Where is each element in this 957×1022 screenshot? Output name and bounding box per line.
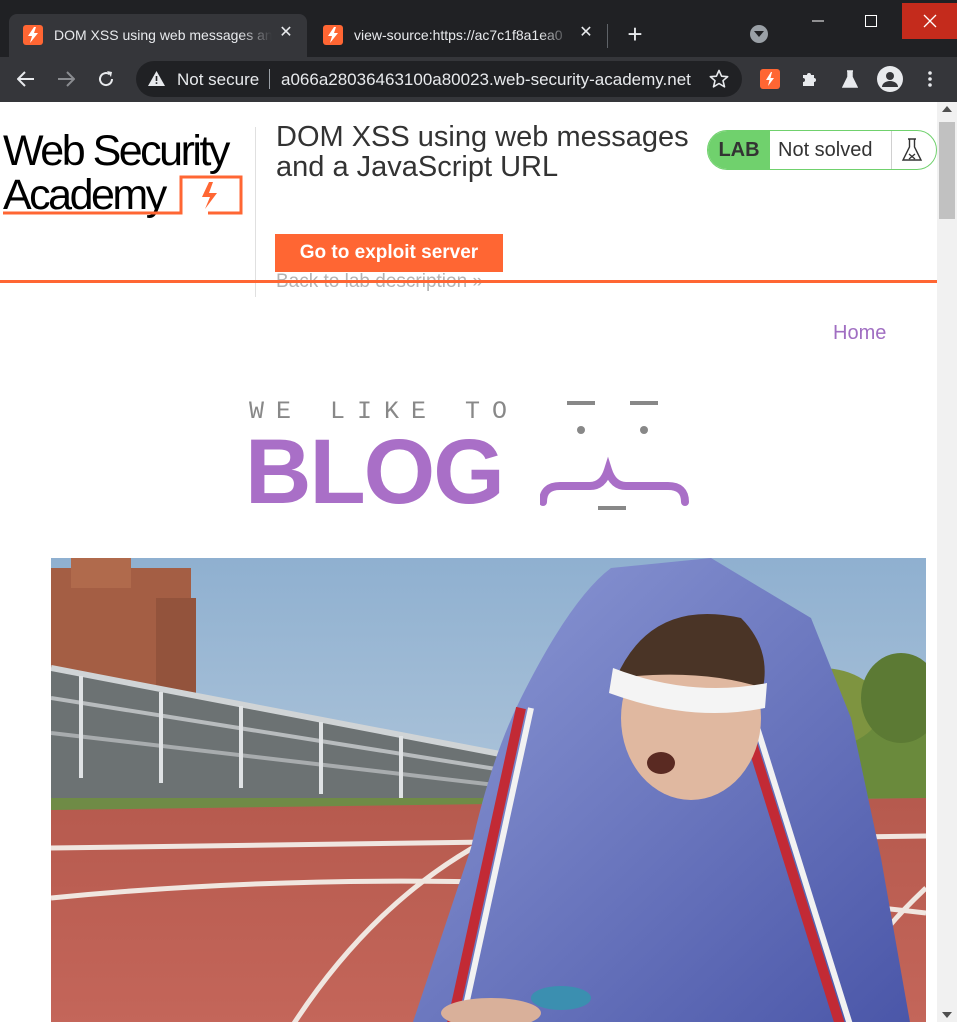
banner-word: BLOG [245, 421, 505, 523]
header-divider [255, 127, 256, 297]
portswigger-favicon-icon [323, 25, 343, 45]
not-secure-label[interactable]: Not secure [177, 70, 259, 90]
lab-label: LAB [708, 131, 770, 169]
new-tab-plus-icon[interactable]: + [622, 21, 648, 48]
blog-post-hero-image[interactable] [51, 558, 926, 1022]
scrollbar-thumb[interactable] [939, 122, 955, 219]
labs-flask-icon[interactable] [836, 65, 864, 93]
url-text[interactable]: a066a28036463100a80023.web-security-acad… [281, 70, 691, 90]
close-window-icon[interactable] [902, 3, 957, 39]
runner-photo [51, 558, 926, 1022]
home-nav-link[interactable]: Home [833, 322, 886, 345]
extensions-puzzle-icon[interactable] [796, 65, 824, 93]
flask-icon [901, 137, 923, 168]
bookmark-star-icon[interactable] [709, 69, 729, 94]
page-scrollbar[interactable] [937, 102, 957, 1022]
omnibox-divider [269, 69, 270, 89]
forward-arrow-icon[interactable] [52, 65, 80, 93]
badge-separator [891, 131, 892, 169]
header-orange-rule [0, 280, 937, 283]
warning-triangle-icon[interactable] [148, 71, 165, 91]
browser-toolbar: Not secure a066a28036463100a80023.web-se… [0, 57, 957, 102]
logo-line-1: Web Security [3, 127, 230, 175]
maximize-window-icon[interactable] [848, 3, 894, 39]
scroll-down-arrow-icon[interactable] [942, 1012, 952, 1018]
profile-avatar-icon[interactable] [876, 65, 904, 93]
page-viewport: Web Security Academy DOM XSS using web m… [0, 102, 937, 1022]
lab-title: DOM XSS using web messages and a JavaScr… [276, 121, 689, 183]
browser-menu-icon[interactable] [916, 65, 944, 93]
we-like-to-blog-banner: WE LIKE TO BLOG [245, 392, 695, 522]
blog-face-icon [540, 401, 689, 510]
back-arrow-icon[interactable] [12, 65, 40, 93]
lab-status-text: Not solved [778, 139, 873, 161]
portswigger-extension-icon[interactable] [756, 65, 784, 93]
tab-title: DOM XSS using web messages and a JavaScr… [54, 27, 272, 43]
browser-tab-inactive[interactable]: view-source:https://ac7c1f8a1ea0 ✕ [309, 14, 607, 57]
portswigger-favicon-icon [23, 25, 43, 45]
minimize-window-icon[interactable] [795, 3, 841, 39]
close-tab-icon[interactable]: ✕ [277, 24, 295, 42]
close-tab-icon[interactable]: ✕ [577, 24, 595, 42]
browser-tab-active[interactable]: DOM XSS using web messages and a JavaScr… [9, 14, 307, 57]
logo-lightning-icon [3, 175, 243, 215]
tab-title: view-source:https://ac7c1f8a1ea0 [354, 27, 563, 43]
browser-tab-bar: DOM XSS using web messages and a JavaScr… [0, 0, 957, 57]
scroll-up-arrow-icon[interactable] [942, 106, 952, 112]
reload-icon[interactable] [92, 65, 120, 93]
address-bar[interactable]: Not secure a066a28036463100a80023.web-se… [136, 61, 742, 97]
go-to-exploit-server-button[interactable]: Go to exploit server [275, 234, 503, 272]
tab-separator [607, 24, 608, 48]
tab-search-chevron-icon[interactable] [750, 25, 768, 43]
web-security-academy-logo[interactable]: Web Security Academy [3, 129, 253, 217]
lab-status-badge: LAB Not solved [707, 130, 937, 170]
